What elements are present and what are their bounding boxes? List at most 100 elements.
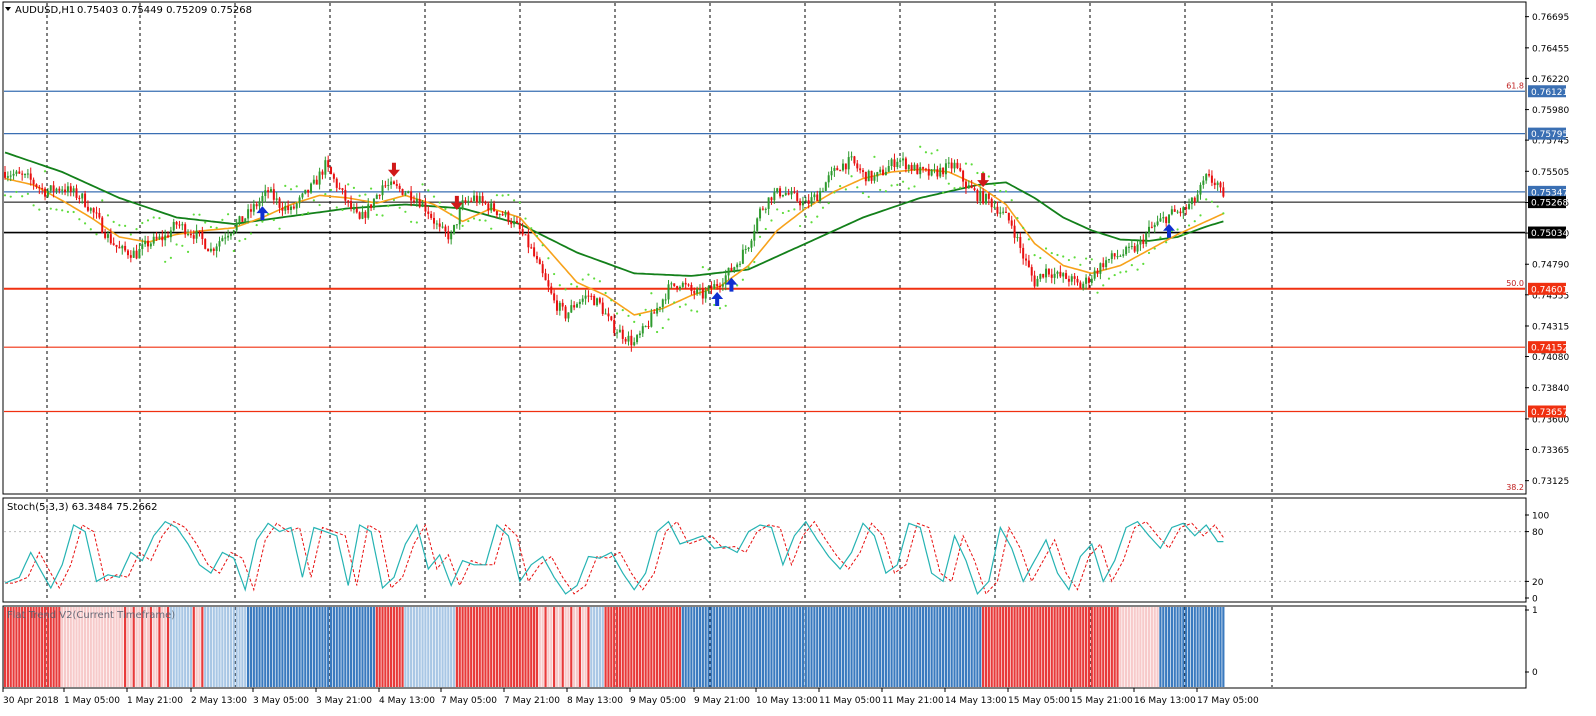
level-price-label: 0.73657 (1531, 408, 1568, 418)
flat-trend-bar (621, 607, 624, 687)
sar-dot (3, 194, 7, 197)
candle-body (1050, 274, 1053, 278)
candle-body (18, 171, 21, 174)
stochastic-panel[interactable] (2, 497, 1527, 603)
flat-trend-bar (581, 607, 584, 687)
flat-trend-bar (498, 607, 501, 687)
candle-body (341, 188, 344, 190)
candle-body (6, 176, 9, 178)
candle-body (633, 342, 636, 346)
flat-trend-bar (950, 607, 953, 687)
price-chart[interactable]: 0.766950.764550.762200.759800.757450.755… (0, 0, 1596, 716)
flat-trend-bar (984, 607, 988, 687)
candle-body (793, 191, 796, 193)
candle-body (487, 203, 490, 211)
candle-body (1156, 221, 1159, 225)
flat-trend-bar (467, 607, 470, 687)
sar-dot (1084, 257, 1088, 260)
sar-dot (610, 299, 613, 302)
candle-body (86, 206, 89, 211)
flat-trend-bar (618, 607, 621, 687)
candle-body (410, 191, 413, 201)
candle-body (547, 280, 550, 287)
sar-dot (1062, 255, 1065, 258)
flat-trend-bar (1027, 607, 1030, 687)
price-tick-label: 0.74790 (1532, 261, 1569, 271)
flat-trend-bar (421, 607, 424, 687)
sar-dot (221, 218, 224, 221)
candle-body (553, 293, 556, 301)
candle-body (647, 326, 650, 328)
flat-trend-bar (507, 607, 510, 687)
sar-dot (307, 211, 310, 214)
flat-trend-bar (730, 607, 733, 687)
candle-body (927, 168, 930, 176)
flat-trend-bar (1039, 607, 1042, 687)
flat-trend-bar (510, 607, 513, 687)
candle-body (607, 313, 610, 317)
flat-trend-bar (392, 607, 396, 687)
flat-trend-bar (1222, 607, 1225, 687)
sar-dot (684, 303, 687, 306)
sar-dot (209, 225, 213, 229)
candle-body (558, 302, 561, 311)
flat-trend-bar (204, 607, 207, 687)
candle-body (272, 189, 275, 200)
candle-body (736, 264, 739, 268)
candle-body (996, 206, 999, 214)
candle-body (378, 194, 381, 196)
flat-trend-bar (1159, 607, 1162, 687)
sar-dot (124, 224, 127, 228)
candle-body (741, 249, 744, 264)
flat-trend-bar (630, 607, 633, 687)
flat-trend-bar (615, 607, 619, 687)
candle-body (873, 176, 876, 181)
candle-body (9, 175, 12, 177)
sar-dot (936, 149, 939, 152)
candle-body (1199, 184, 1202, 195)
stoch-tick-label: 80 (1532, 528, 1544, 538)
candle-body (1130, 246, 1133, 248)
flat-trend-bar (887, 607, 890, 687)
flat-trend-bar (524, 607, 527, 687)
flat-trend-bar (252, 607, 255, 687)
candle-body (4, 171, 6, 178)
candle-body (209, 248, 212, 252)
sar-dot (261, 220, 264, 223)
flat-trend-bar (238, 607, 241, 687)
candle-body (238, 216, 241, 223)
candle-body (947, 162, 950, 164)
flat-trend-bar (518, 607, 521, 687)
flat-trend-bar (327, 607, 330, 687)
flat-trend-bar (504, 607, 507, 687)
flat-trend-bar (784, 607, 787, 687)
flat-trend-bar (315, 607, 318, 687)
candle-body (275, 198, 278, 200)
flat-trend-bar (1136, 607, 1139, 687)
main-panel[interactable] (2, 1, 1527, 495)
sar-dot (810, 221, 813, 224)
sar-dot (112, 220, 115, 223)
sar-dot (329, 188, 333, 192)
candle-body (896, 161, 899, 168)
flat-trend-bar (816, 607, 819, 687)
candle-body (856, 163, 859, 169)
sar-dot (987, 175, 990, 178)
stoch-tick-label: 100 (1532, 512, 1549, 522)
flat-trend-bar (876, 607, 879, 687)
candle-body (1107, 258, 1110, 261)
flat-trend-bar (415, 607, 418, 687)
candle-body (701, 288, 704, 299)
flat-trend-bar (704, 607, 707, 687)
flat-trend-bar (1219, 607, 1222, 687)
flat-trend-bar (864, 607, 867, 687)
flat-trend-bar (201, 607, 204, 687)
flat-trend-bar (575, 607, 579, 687)
flat-trend-bar (798, 607, 802, 687)
candle-body (167, 235, 170, 238)
candle-body (229, 233, 232, 236)
candle-body (427, 211, 430, 214)
candle-body (756, 218, 759, 231)
sar-dot (444, 207, 447, 210)
candle-body (295, 203, 298, 209)
